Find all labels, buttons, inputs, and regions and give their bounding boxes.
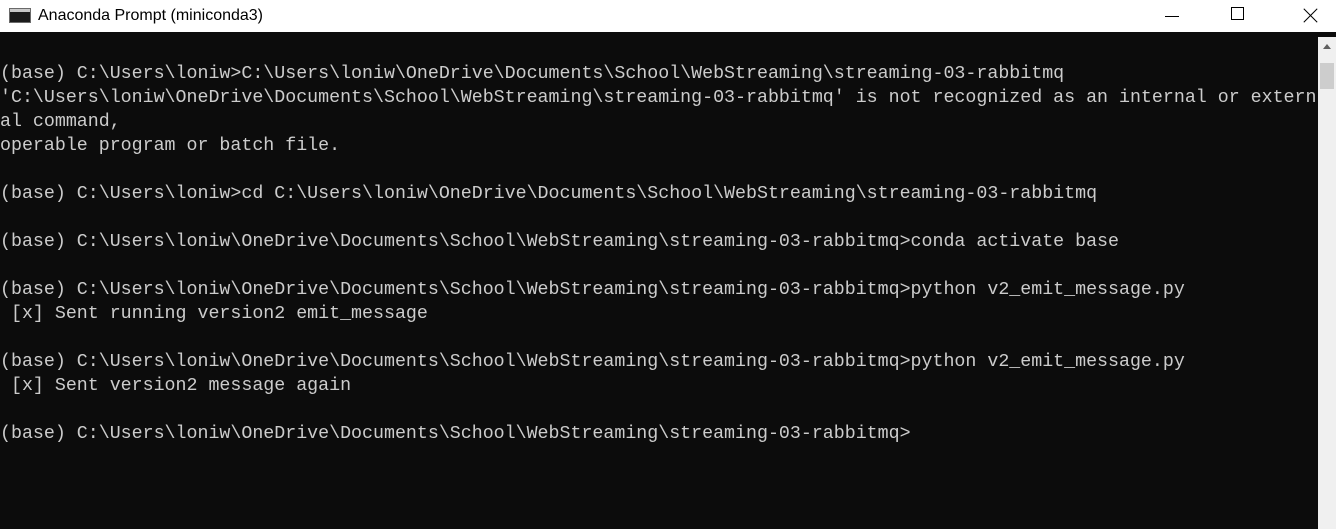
- anaconda-prompt-window: Anaconda Prompt (miniconda3) (base) C:\U…: [0, 0, 1336, 529]
- console-prompt-line[interactable]: (base) C:\Users\loniw\OneDrive\Documents…: [0, 422, 1318, 446]
- close-icon[interactable]: [1282, 0, 1328, 32]
- title-bar[interactable]: Anaconda Prompt (miniconda3): [0, 0, 1336, 32]
- console-line: al command,: [0, 112, 121, 132]
- console-line: 'C:\Users\loniw\OneDrive\Documents\Schoo…: [0, 88, 1317, 108]
- console-line: (base) C:\Users\loniw\OneDrive\Documents…: [0, 280, 1185, 300]
- maximize-icon[interactable]: [1216, 0, 1262, 32]
- minimize-icon[interactable]: [1150, 0, 1196, 32]
- console-line: [x] Sent running version2 emit_message: [0, 304, 428, 324]
- vertical-scrollbar[interactable]: [1318, 37, 1336, 529]
- console-line: operable program or batch file.: [0, 136, 341, 156]
- console-line: [x] Sent version2 message again: [0, 376, 352, 396]
- console-line: (base) C:\Users\loniw>C:\Users\loniw\One…: [0, 64, 1065, 84]
- scrollbar-thumb[interactable]: [1320, 63, 1334, 89]
- console-window-icon: [9, 8, 31, 23]
- window-title: Anaconda Prompt (miniconda3): [38, 7, 264, 24]
- console-output[interactable]: (base) C:\Users\loniw>C:\Users\loniw\One…: [0, 37, 1318, 529]
- console-line: (base) C:\Users\loniw>cd C:\Users\loniw\…: [0, 184, 1098, 204]
- console-line: (base) C:\Users\loniw\OneDrive\Documents…: [0, 232, 1119, 252]
- console-lines: (base) C:\Users\loniw>C:\Users\loniw\One…: [0, 62, 1318, 446]
- scroll-up-arrow-icon[interactable]: [1318, 37, 1336, 57]
- console-line: (base) C:\Users\loniw\OneDrive\Documents…: [0, 352, 1185, 372]
